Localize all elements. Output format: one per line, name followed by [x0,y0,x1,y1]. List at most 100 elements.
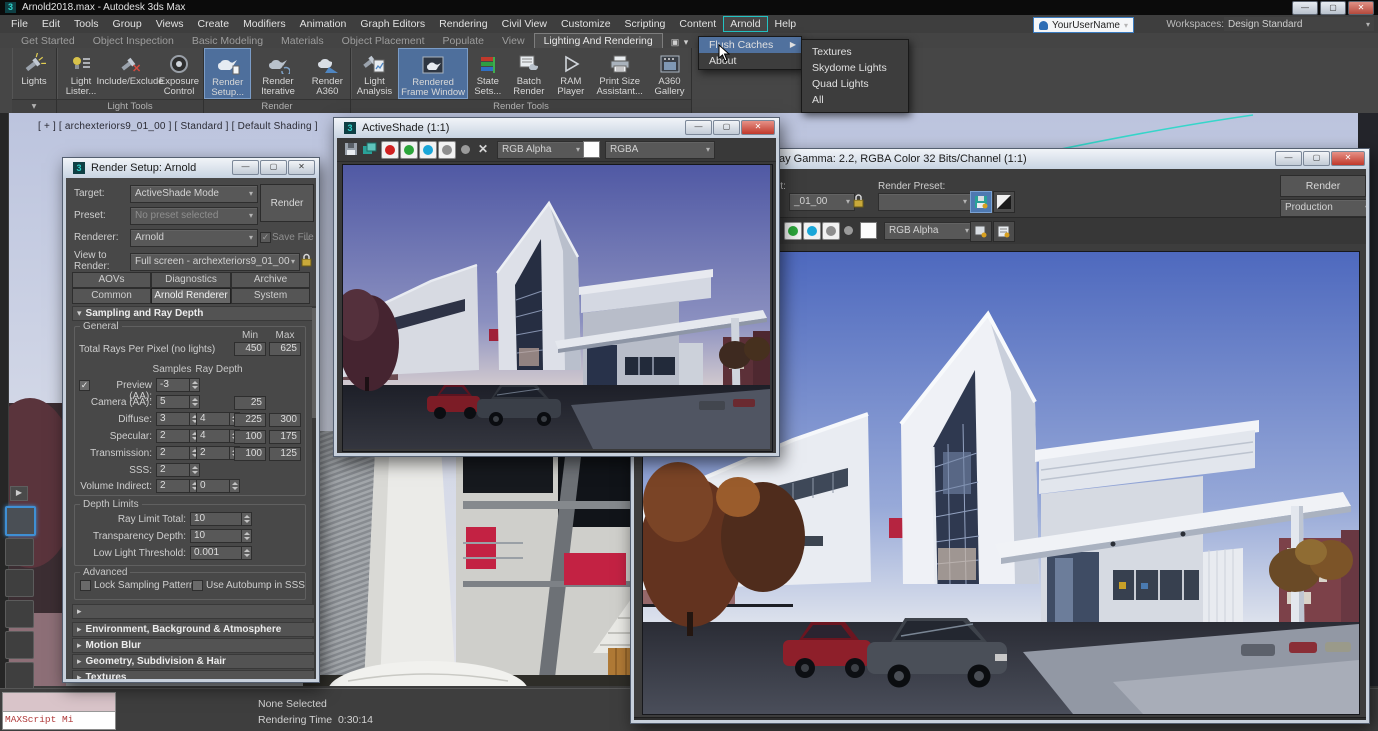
menu-item-quad-lights[interactable]: Quad Lights [802,76,908,92]
spinner-icon[interactable] [190,395,200,409]
lights-button[interactable]: Lights [12,48,56,99]
menu-file[interactable]: File [4,16,35,32]
a360-gallery-button[interactable]: A360 Gallery [648,48,691,99]
render-setup-button[interactable]: Render Setup... [204,48,251,99]
tab-archive[interactable]: Archive [231,272,310,288]
close-icon[interactable]: ✕ [1348,1,1374,15]
panel-expand-icon[interactable]: ▶ [10,486,28,501]
renderer-dropdown[interactable]: Arnold▾ [130,229,258,247]
menu-item-textures[interactable]: Textures [802,44,908,60]
dock-swatch-button[interactable] [5,506,36,536]
mono-channel-button[interactable] [438,141,456,159]
depth-field[interactable]: 2 [196,446,230,460]
rollout-motion-blur[interactable]: ▸Motion Blur [72,638,315,653]
maximize-icon[interactable]: ▢ [1303,151,1330,166]
light-lister-button[interactable]: Light Lister... [57,48,105,99]
tab-common[interactable]: Common [72,288,151,304]
save-to-file-icon[interactable] [993,221,1015,242]
alpha-channel-icon[interactable] [461,145,470,154]
menu-item-about[interactable]: About [699,53,801,69]
samples-field[interactable]: 2 [156,479,190,493]
rollout-textures[interactable]: ▸Textures [72,670,315,679]
gamma-toggle-button[interactable] [993,191,1015,213]
save-file-checkbox[interactable]: ✓ [260,232,271,243]
blue-channel-button[interactable] [419,141,437,159]
rendered-frame-window-button[interactable]: Rendered Frame Window [398,48,468,99]
rfw-viewport-dropdown[interactable]: _01_00▾ [789,193,855,211]
render-a360-button[interactable]: Render A360 [305,48,350,99]
menu-item-all[interactable]: All [802,92,908,108]
spinner-icon[interactable] [242,512,252,526]
maximize-icon[interactable]: ▢ [260,160,287,175]
value-field[interactable]: 10 [190,512,242,526]
menu-item-skydome-lights[interactable]: Skydome Lights [802,60,908,76]
samples-field[interactable]: 2 [156,446,190,460]
tab-get-started[interactable]: Get Started [12,34,84,48]
workspaces-dropdown[interactable]: Design Standard ▾ [1224,17,1374,31]
activeshade-display-dropdown[interactable]: RGBA▾ [605,141,715,159]
activeshade-channel-dropdown[interactable]: RGB Alpha▾ [497,141,585,159]
render-iterative-button[interactable]: Render Iterative [251,48,304,99]
background-color-swatch[interactable] [583,141,600,158]
ram-player-button[interactable]: RAM Player [550,48,591,99]
alpha-channel-icon[interactable] [844,226,853,235]
tab-arnold-renderer[interactable]: Arnold Renderer [151,288,231,304]
menu-views[interactable]: Views [149,16,191,32]
maxscript-output-pane[interactable] [3,693,115,712]
target-dropdown[interactable]: ActiveShade Mode▾ [130,185,258,203]
menu-civil-view[interactable]: Civil View [495,16,554,32]
rfw-render-button[interactable]: Render [1280,175,1366,197]
tab-basic-modeling[interactable]: Basic Modeling [183,34,272,48]
menu-edit[interactable]: Edit [35,16,67,32]
spinner-icon[interactable] [242,529,252,543]
dock-swatch-button[interactable] [5,600,34,628]
menu-content[interactable]: Content [672,16,723,32]
tab-populate[interactable]: Populate [434,34,493,48]
preset-dropdown[interactable]: No preset selected▾ [130,207,258,225]
green-channel-button[interactable] [784,222,802,240]
print-size-assistant-button[interactable]: Print Size Assistant... [591,48,648,99]
minimize-icon[interactable]: — [685,120,712,135]
lights-panel-arrow-icon[interactable]: ▾ [12,99,56,113]
menu-customize[interactable]: Customize [554,16,618,32]
dock-swatch-button[interactable] [5,662,34,690]
tab-diagnostics[interactable]: Diagnostics [151,272,231,288]
rollout-geometry[interactable]: ▸Geometry, Subdivision & Hair [72,654,315,669]
maximize-icon[interactable]: ▢ [713,120,740,135]
exposure-control-button[interactable]: Exposure Control [155,48,203,99]
menu-modifiers[interactable]: Modifiers [236,16,293,32]
lock-icon[interactable] [300,252,313,273]
green-channel-button[interactable] [400,141,418,159]
use-autobump-checkbox[interactable]: ✓ [192,580,203,591]
blue-channel-button[interactable] [803,222,821,240]
include-exclude-button[interactable]: ✕ Include/Exclude [105,48,155,99]
red-channel-button[interactable] [381,141,399,159]
clone-rendered-frame-icon[interactable] [970,221,992,242]
clear-icon[interactable]: ✕ [478,142,488,156]
tab-materials[interactable]: Materials [272,34,333,48]
menu-scripting[interactable]: Scripting [618,16,673,32]
value-field[interactable]: 0.001 [190,546,242,560]
dock-swatch-button[interactable] [5,569,34,597]
clone-icon[interactable] [362,142,377,161]
rollout-filtering[interactable]: ▸ [72,604,315,619]
samples-field[interactable]: 2 [156,429,190,443]
background-color-swatch[interactable] [860,222,877,239]
close-icon[interactable]: ✕ [741,120,775,135]
depth-field[interactable]: 4 [196,412,230,426]
browse-button[interactable]: ... [304,232,312,243]
save-icon[interactable] [344,142,358,161]
tab-aovs[interactable]: AOVs [72,272,151,288]
dock-swatch-button[interactable] [5,538,34,566]
tab-object-inspection[interactable]: Object Inspection [84,34,183,48]
spinner-icon[interactable] [242,546,252,560]
menu-animation[interactable]: Animation [293,16,354,32]
depth-field[interactable]: 0 [196,479,230,493]
spinner-icon[interactable] [190,378,200,392]
samples-field[interactable]: 5 [156,395,190,409]
main-titlebar[interactable]: 3 Arnold2018.max - Autodesk 3ds Max — ▢ … [0,0,1378,15]
production-dropdown[interactable]: Production▾ [1280,199,1366,217]
samples-field[interactable]: 2 [156,463,190,477]
view-to-render-dropdown[interactable]: Full screen - archexteriors9_01_00▾ [130,253,300,271]
minimize-icon[interactable]: — [1292,1,1318,15]
